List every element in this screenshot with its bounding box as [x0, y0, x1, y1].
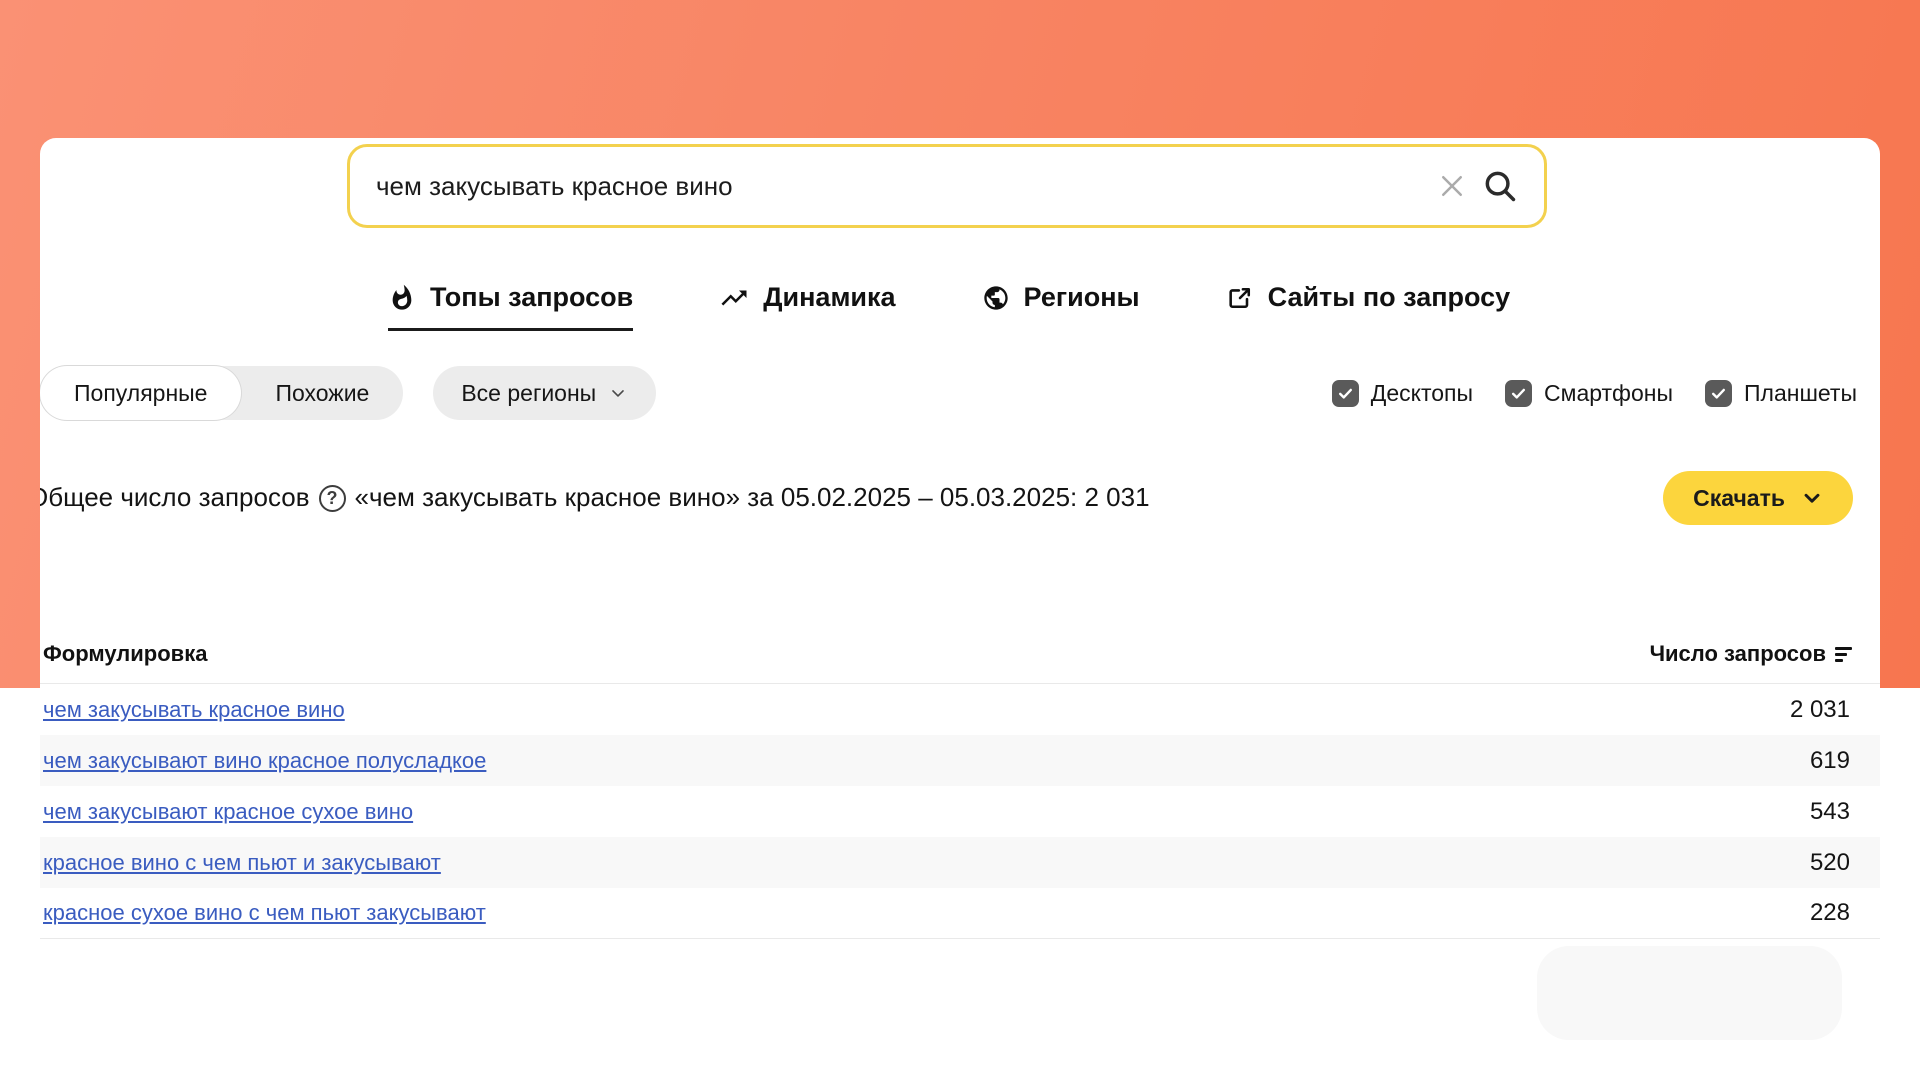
region-selector[interactable]: Все регионы	[433, 366, 656, 420]
trending-up-icon	[719, 283, 749, 313]
query-count: 520	[1810, 849, 1850, 877]
total-queries-summary: Общее число запросов ? «чем закусывать к…	[40, 482, 1150, 513]
query-count: 619	[1810, 747, 1850, 775]
table-row: чем закусывают вино красное полусладкое …	[40, 735, 1880, 786]
queries-table: Формулировка Число запросов чем закусыва…	[40, 641, 1880, 939]
chevron-down-icon	[608, 383, 628, 403]
segment-popular[interactable]: Популярные	[40, 366, 241, 420]
query-link[interactable]: красное сухое вино с чем пьют закусывают	[43, 900, 486, 926]
table-row: красное вино с чем пьют и закусывают 520	[40, 837, 1880, 888]
filters-row: Популярные Похожие Все регионы Десктопы	[40, 366, 1857, 420]
search-icon[interactable]	[1476, 162, 1524, 210]
tab-label: Динамика	[763, 282, 895, 313]
sort-descending-icon	[1835, 647, 1852, 662]
tab-bar: Топы запросов Динамика Регионы	[388, 282, 1510, 331]
checkbox-checked-icon	[1705, 380, 1732, 407]
checkbox-label: Смартфоны	[1544, 380, 1673, 407]
search-input[interactable]	[376, 171, 1428, 202]
segment-label: Похожие	[275, 380, 369, 407]
external-link-icon	[1226, 284, 1254, 312]
placeholder-blob	[1537, 946, 1842, 1040]
chevron-down-icon	[1801, 487, 1823, 509]
region-label: Все регионы	[461, 380, 596, 407]
table-body: чем закусывать красное вино 2 031 чем за…	[40, 683, 1880, 939]
checkbox-checked-icon	[1332, 380, 1359, 407]
query-link[interactable]: чем закусывать красное вино	[43, 697, 345, 723]
summary-detail: «чем закусывать красное вино» за 05.02.2…	[355, 482, 1150, 513]
checkbox-desktops[interactable]: Десктопы	[1332, 380, 1473, 407]
column-header-phrase: Формулировка	[43, 641, 207, 667]
globe-icon	[982, 284, 1010, 312]
summary-row: Общее число запросов ? «чем закусывать к…	[40, 471, 1880, 525]
segment-label: Популярные	[74, 380, 207, 407]
search-bar[interactable]	[347, 144, 1547, 228]
checkbox-checked-icon	[1505, 380, 1532, 407]
table-row: красное сухое вино с чем пьют закусывают…	[40, 888, 1880, 939]
help-icon[interactable]: ?	[319, 485, 346, 512]
flame-icon	[388, 284, 416, 312]
query-link[interactable]: чем закусывают красное сухое вино	[43, 799, 413, 825]
tab-regions[interactable]: Регионы	[982, 282, 1140, 331]
tab-label: Регионы	[1024, 282, 1140, 313]
tab-label: Сайты по запросу	[1268, 282, 1511, 313]
table-row: чем закусывают красное сухое вино 543	[40, 786, 1880, 837]
column-header-count[interactable]: Число запросов	[1650, 641, 1852, 667]
checkbox-label: Планшеты	[1744, 380, 1857, 407]
checkbox-tablets[interactable]: Планшеты	[1705, 380, 1857, 407]
summary-prefix: Общее число запросов	[40, 482, 310, 513]
tab-label: Топы запросов	[430, 282, 633, 313]
tab-top-queries[interactable]: Топы запросов	[388, 282, 633, 331]
download-button[interactable]: Скачать	[1663, 471, 1853, 525]
checkbox-smartphones[interactable]: Смартфоны	[1505, 380, 1673, 407]
device-filters: Десктопы Смартфоны Планшеты	[1332, 380, 1857, 407]
table-row: чем закусывать красное вино 2 031	[40, 684, 1880, 735]
checkbox-label: Десктопы	[1371, 380, 1473, 407]
download-label: Скачать	[1693, 485, 1785, 512]
content-card: Топы запросов Динамика Регионы	[40, 138, 1880, 1080]
query-count: 2 031	[1790, 696, 1850, 724]
tab-sites-by-query[interactable]: Сайты по запросу	[1226, 282, 1511, 331]
clear-icon[interactable]	[1428, 162, 1476, 210]
query-type-segmented-control: Популярные Похожие	[40, 366, 403, 420]
query-count: 543	[1810, 798, 1850, 826]
segment-similar[interactable]: Похожие	[241, 366, 403, 420]
tab-dynamics[interactable]: Динамика	[719, 282, 895, 331]
column-header-count-label: Число запросов	[1650, 641, 1826, 667]
query-link[interactable]: красное вино с чем пьют и закусывают	[43, 850, 441, 876]
table-header: Формулировка Число запросов	[40, 641, 1880, 683]
query-count: 228	[1810, 899, 1850, 927]
query-link[interactable]: чем закусывают вино красное полусладкое	[43, 748, 486, 774]
